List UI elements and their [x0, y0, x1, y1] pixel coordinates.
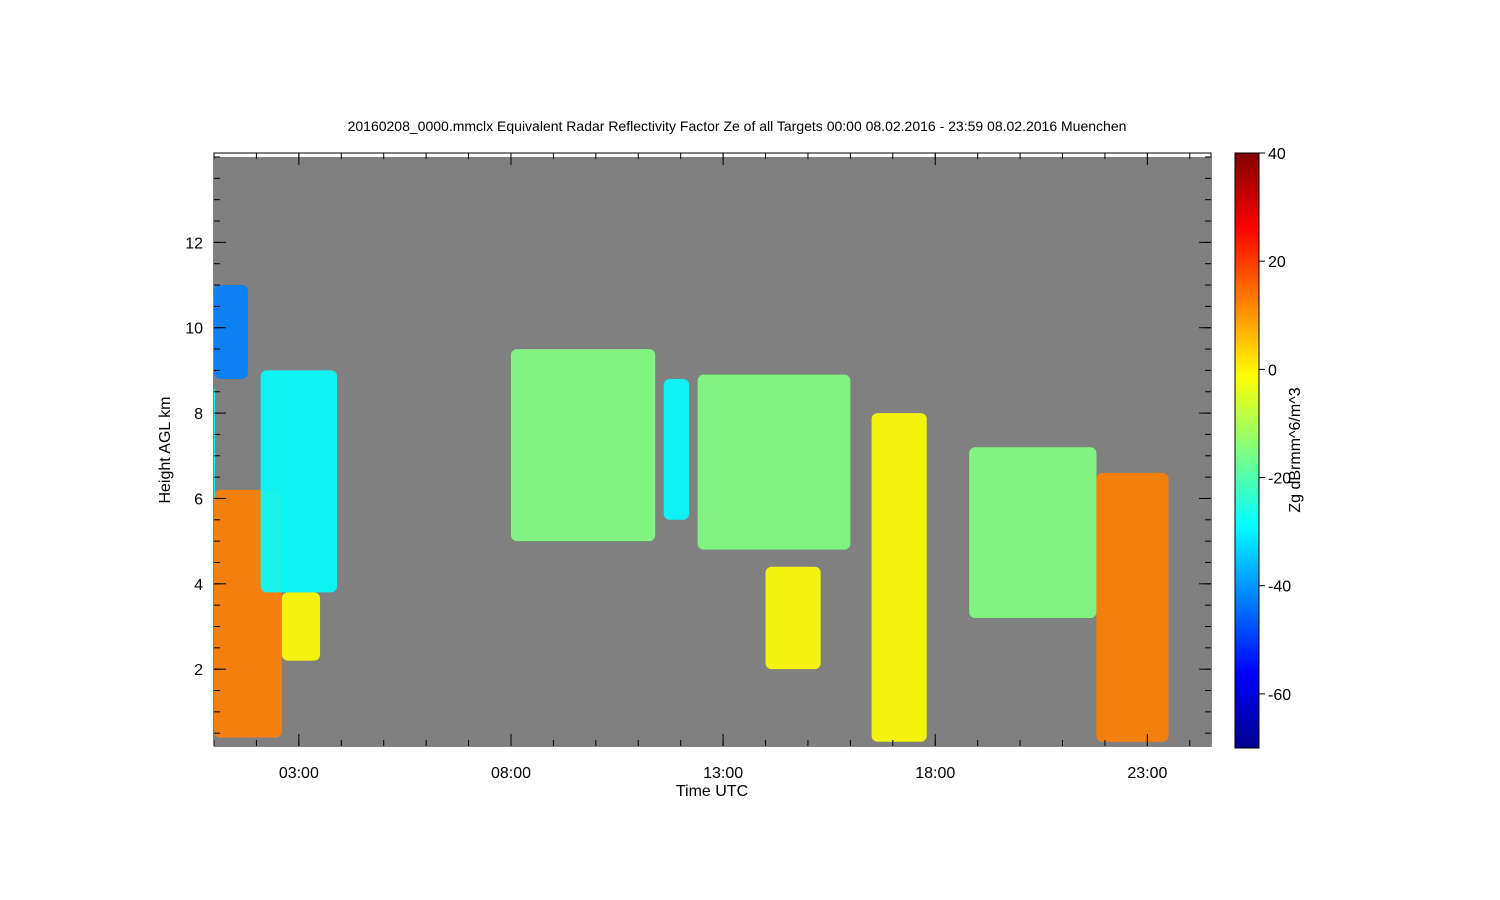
echo-region-1: [214, 285, 248, 379]
x-tick-label: 13:00: [703, 765, 743, 782]
y-tick-label: 6: [194, 491, 203, 508]
echo-region-8: [765, 566, 821, 670]
chart-title: 20160208_0000.mmclx Equivalent Radar Ref…: [348, 118, 1127, 134]
y-tick-label: 12: [185, 235, 203, 252]
echo-region-5: [510, 349, 656, 542]
y-tick-label: 2: [194, 662, 203, 679]
colorbar-label: Zg dBrmm^6/m^3: [1287, 387, 1304, 512]
x-tick-label: 03:00: [279, 765, 319, 782]
x-axis-label: Time UTC: [676, 783, 748, 800]
echo-region-3: [260, 370, 338, 593]
x-tick-label: 08:00: [491, 765, 531, 782]
y-tick-label: 10: [185, 321, 203, 338]
echo-region-7: [697, 374, 851, 550]
colorbar-tick-label: 40: [1268, 146, 1286, 163]
echo-region-11: [1096, 472, 1169, 742]
echo-region-2: [214, 387, 215, 499]
x-tick-label: 18:00: [915, 765, 955, 782]
colorbar-tick-label: 0: [1268, 362, 1277, 379]
echo-region-4: [281, 592, 321, 661]
y-tick-label: 4: [194, 577, 203, 594]
colorbar: [1234, 152, 1260, 749]
colorbar-tick-label: -40: [1268, 579, 1291, 596]
colorbar-tick-label: 20: [1268, 254, 1286, 271]
x-tick-label: 23:00: [1127, 765, 1167, 782]
echo-region-6: [663, 378, 690, 520]
echo-region-10: [969, 447, 1097, 618]
radar-reflectivity-chart: 20160208_0000.mmclx Equivalent Radar Ref…: [157, 118, 1304, 800]
echo-region-9: [871, 413, 927, 742]
y-tick-label: 8: [194, 406, 203, 423]
y-axis-label: Height AGL km: [157, 396, 174, 503]
colorbar-tick-label: -60: [1268, 687, 1291, 704]
